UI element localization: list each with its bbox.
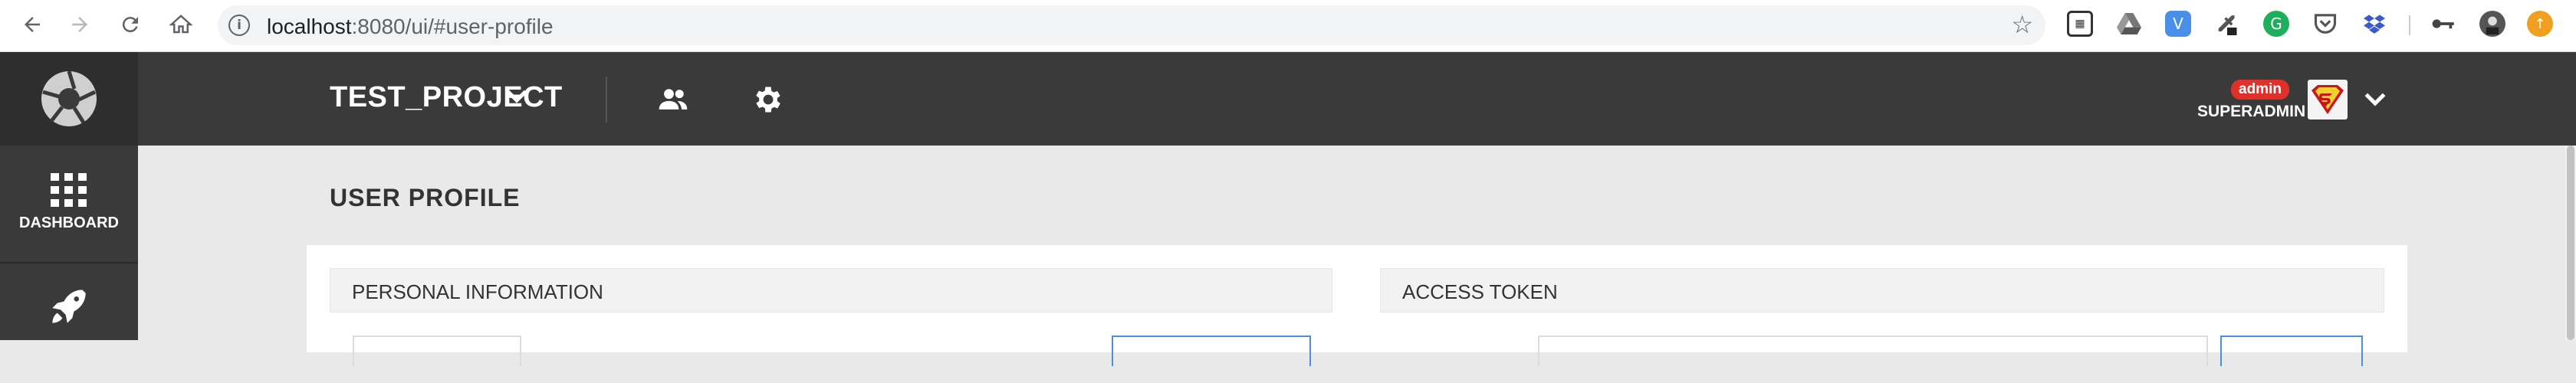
profile-avatar-icon[interactable] [2479,11,2505,37]
sidebar: DASHBOARD [0,146,138,340]
role-badge: admin [2231,80,2289,100]
reload-icon[interactable] [113,8,147,41]
user-menu-chevron-down-icon[interactable] [2360,84,2390,115]
sidebar-item-launches[interactable] [0,265,138,383]
grammarly-extension-icon[interactable]: G [2263,11,2289,37]
url-path: :8080/ui/#user-profile [351,15,554,38]
sidebar-item-label: DASHBOARD [19,214,119,231]
panel-title: ACCESS TOKEN [1402,280,1558,303]
upload-photo-button[interactable] [1112,336,1311,366]
personal-information-header: PERSONAL INFORMATION [330,268,1332,313]
user-avatar[interactable] [2308,80,2348,119]
app-logo[interactable] [0,52,138,146]
qr-code-extension-icon[interactable]: ▦ [2067,11,2093,37]
access-token-field[interactable] [1538,336,2208,366]
key-icon[interactable] [2430,11,2456,37]
superman-avatar-icon [2312,85,2344,114]
project-chevron-down-icon[interactable] [501,81,532,112]
header-divider [606,77,607,123]
url-host: localhost [267,15,352,38]
members-icon[interactable] [656,83,690,116]
settings-gear-icon[interactable] [751,83,785,116]
app-header: TEST_PROJECT admin SUPERADMIN [0,52,2576,146]
forward-icon[interactable] [63,8,97,41]
drive-extension-icon[interactable] [2116,11,2142,37]
profile-card: PERSONAL INFORMATION ACCESS TOKEN [307,245,2407,366]
update-icon[interactable]: ↑ [2527,11,2553,37]
scrollbar-thumb[interactable] [2567,146,2574,340]
access-token-header: ACCESS TOKEN [1380,268,2384,313]
url-text: localhost:8080/ui/#user-profile [267,15,554,39]
rocket-icon [52,290,86,323]
sidebar-item-dashboard[interactable]: DASHBOARD [0,146,138,264]
home-icon[interactable] [164,8,198,41]
eyedropper-extension-icon[interactable] [2214,11,2240,37]
regenerate-token-button[interactable] [2220,336,2363,366]
pocket-extension-icon[interactable] [2312,11,2338,37]
back-icon[interactable] [15,8,49,41]
user-name[interactable]: SUPERADMIN [2197,103,2305,121]
vimeo-extension-icon[interactable]: V [2165,11,2191,37]
grid-icon [51,173,87,207]
toolbar-separator [2409,15,2410,35]
page-title: USER PROFILE [330,184,521,211]
avatar-frame [353,336,521,366]
bookmark-star-icon[interactable]: ☆ [2011,10,2033,39]
site-info-icon[interactable]: i [228,15,250,36]
dropbox-extension-icon[interactable] [2361,11,2387,37]
browser-toolbar: i localhost:8080/ui/#user-profile ☆ ▦ V … [0,0,2576,52]
panel-title: PERSONAL INFORMATION [352,280,603,303]
aperture-logo-icon [41,70,97,126]
address-bar[interactable]: i localhost:8080/ui/#user-profile ☆ [218,5,2045,45]
